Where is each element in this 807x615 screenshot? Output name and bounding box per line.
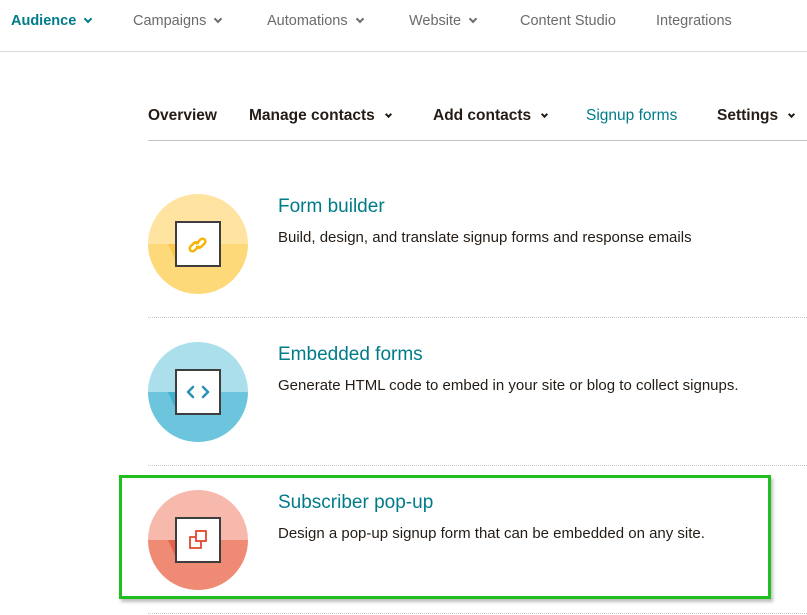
chevron-down-icon xyxy=(384,110,392,118)
form-option-embedded-forms[interactable]: Embedded forms Generate HTML code to emb… xyxy=(148,318,807,466)
sub-nav-label: Signup forms xyxy=(586,107,678,124)
sub-nav-manage-contacts[interactable]: Manage contacts xyxy=(249,107,392,125)
top-nav-automations[interactable]: Automations xyxy=(267,13,364,29)
top-nav-label: Integrations xyxy=(656,13,732,29)
form-builder-illustration xyxy=(148,194,248,294)
top-nav-audience[interactable]: Audience xyxy=(11,13,93,29)
form-option-description: Design a pop-up signup form that can be … xyxy=(278,525,705,542)
top-nav: Audience Campaigns Automations Website C… xyxy=(0,0,807,52)
form-option-subscriber-popup[interactable]: Subscriber pop-up Design a pop-up signup… xyxy=(148,466,807,614)
sub-nav-overview[interactable]: Overview xyxy=(148,107,217,125)
sub-nav: Overview Manage contacts Add contacts Si… xyxy=(148,100,807,141)
code-brackets-icon xyxy=(186,385,210,399)
chevron-down-icon xyxy=(541,110,549,118)
link-icon xyxy=(188,237,207,253)
sub-nav-add-contacts[interactable]: Add contacts xyxy=(433,107,549,125)
sub-nav-label: Settings xyxy=(717,107,779,124)
form-option-form-builder[interactable]: Form builder Build, design, and translat… xyxy=(148,170,807,318)
sub-nav-settings[interactable]: Settings xyxy=(717,107,796,125)
chevron-down-icon xyxy=(84,14,93,24)
embedded-forms-illustration xyxy=(148,342,248,442)
chevron-down-icon xyxy=(468,14,478,24)
top-nav-website[interactable]: Website xyxy=(409,13,478,29)
top-nav-label: Automations xyxy=(267,13,348,29)
top-nav-integrations[interactable]: Integrations xyxy=(656,13,732,29)
sub-nav-label: Overview xyxy=(148,107,217,124)
subscriber-popup-illustration xyxy=(148,490,248,590)
sub-nav-label: Add contacts xyxy=(433,107,532,124)
form-option-description: Build, design, and translate signup form… xyxy=(278,229,692,246)
top-nav-content-studio[interactable]: Content Studio xyxy=(520,13,616,29)
sub-nav-signup-forms[interactable]: Signup forms xyxy=(586,107,677,125)
form-option-description: Generate HTML code to embed in your site… xyxy=(278,377,739,394)
top-nav-label: Website xyxy=(409,13,462,29)
chevron-down-icon xyxy=(788,110,796,118)
top-nav-label: Audience xyxy=(11,13,77,29)
top-nav-label: Campaigns xyxy=(133,13,207,29)
top-nav-campaigns[interactable]: Campaigns xyxy=(133,13,223,29)
chevron-down-icon xyxy=(355,14,364,24)
form-option-title[interactable]: Form builder xyxy=(278,196,385,218)
chevron-down-icon xyxy=(214,14,223,24)
form-option-title[interactable]: Embedded forms xyxy=(278,344,423,366)
popup-windows-icon xyxy=(189,530,207,549)
form-option-title[interactable]: Subscriber pop-up xyxy=(278,492,433,514)
sub-nav-label: Manage contacts xyxy=(249,107,375,124)
top-nav-label: Content Studio xyxy=(520,13,616,29)
